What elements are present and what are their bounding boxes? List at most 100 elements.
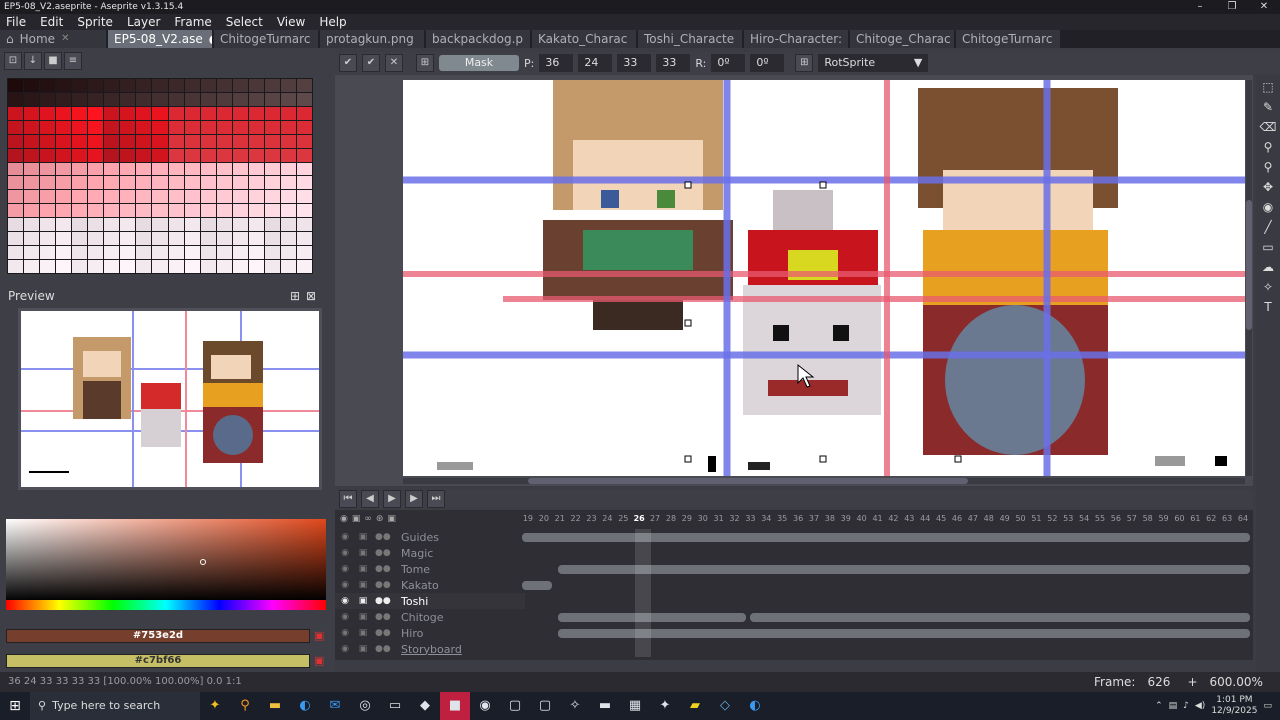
palette-swatch[interactable] — [232, 232, 248, 246]
eye-icon[interactable]: ◉ — [339, 532, 351, 542]
cel-span-tome[interactable] — [558, 565, 1250, 574]
link-cels-icon[interactable]: ▣ — [387, 514, 396, 524]
palette-swatch[interactable] — [296, 162, 312, 176]
palette-swatch[interactable] — [168, 92, 184, 106]
palette-swatch[interactable] — [104, 232, 120, 246]
palette-swatch[interactable] — [296, 134, 312, 148]
cel-span-guides[interactable] — [522, 533, 1250, 542]
palette-swatch[interactable] — [72, 232, 88, 246]
palette-swatch[interactable] — [136, 218, 152, 232]
frame-number[interactable]: 24 — [599, 514, 615, 526]
frame-number[interactable]: 54 — [1076, 514, 1092, 526]
palette-swatch[interactable] — [200, 246, 216, 260]
skew-angle-field[interactable]: 0º — [750, 54, 785, 72]
lock-icon[interactable]: ▣ — [357, 628, 369, 638]
palette-swatch[interactable] — [264, 232, 280, 246]
horizontal-scrollbar[interactable] — [403, 478, 1245, 484]
palette-swatch[interactable] — [88, 176, 104, 190]
preview-canvas[interactable] — [18, 308, 322, 490]
layer-row-magic[interactable]: ◉ ▣ ●● Magic — [335, 545, 525, 561]
palette-swatch[interactable] — [184, 260, 200, 273]
palette-swatch[interactable] — [104, 120, 120, 134]
palette-swatch[interactable] — [88, 218, 104, 232]
palette-swatch[interactable] — [8, 260, 24, 273]
palette-swatch[interactable] — [152, 190, 168, 204]
palette-swatch[interactable] — [264, 148, 280, 162]
palette-swatch[interactable] — [136, 260, 152, 273]
frame-number[interactable]: 45 — [933, 514, 949, 526]
palette-swatch[interactable] — [8, 246, 24, 260]
palette-swatch[interactable] — [264, 120, 280, 134]
frame-number[interactable]: 48 — [981, 514, 997, 526]
palette-swatch[interactable] — [24, 260, 40, 273]
continuous-icon[interactable]: ●● — [375, 580, 391, 590]
search-app-icon[interactable]: ⚲ — [230, 692, 260, 720]
palette-swatch[interactable] — [136, 120, 152, 134]
palette-swatch[interactable] — [152, 92, 168, 106]
frame-number[interactable]: 47 — [965, 514, 981, 526]
palette-swatch[interactable] — [248, 106, 264, 120]
continuous-icon[interactable]: ●● — [375, 548, 391, 558]
palette-swatch[interactable] — [248, 162, 264, 176]
palette-swatch[interactable] — [72, 176, 88, 190]
zoom-plus-icon[interactable]: + — [1187, 675, 1197, 689]
palette-swatch[interactable] — [152, 106, 168, 120]
frame-number[interactable]: 46 — [949, 514, 965, 526]
palette-swatch[interactable] — [24, 176, 40, 190]
palette-swatch[interactable] — [72, 190, 88, 204]
frame-number[interactable]: 33 — [742, 514, 758, 526]
palette-swatch[interactable] — [216, 232, 232, 246]
continuous-icon[interactable]: ●● — [375, 596, 391, 606]
palette-swatch[interactable] — [40, 106, 56, 120]
lock-header-icon[interactable]: ▣ — [352, 514, 361, 524]
eye-icon[interactable]: ◉ — [339, 596, 351, 606]
palette-swatch[interactable] — [184, 246, 200, 260]
scroll-thumb[interactable] — [528, 478, 968, 484]
layer-row-guides[interactable]: ◉ ▣ ●● Guides — [335, 529, 525, 545]
palette-swatch[interactable] — [248, 260, 264, 273]
palette-swatch[interactable] — [72, 120, 88, 134]
palette-swatch[interactable] — [200, 162, 216, 176]
layer-row-hiro[interactable]: ◉ ▣ ●● Hiro — [335, 625, 525, 641]
palette-swatch[interactable] — [168, 260, 184, 273]
palette-swatch[interactable] — [152, 260, 168, 273]
palette-swatch[interactable] — [152, 148, 168, 162]
background-color-swatch[interactable]: #c7bf66 — [6, 654, 310, 668]
palette-swatch[interactable] — [120, 218, 136, 232]
palette-swatch[interactable] — [232, 92, 248, 106]
menu-select[interactable]: Select — [226, 14, 263, 30]
frame-number[interactable]: 40 — [854, 514, 870, 526]
palette-swatch[interactable] — [248, 204, 264, 218]
color-picker-sv[interactable] — [6, 519, 326, 601]
palette-swatch[interactable] — [24, 162, 40, 176]
frame-number[interactable]: 64 — [1235, 514, 1251, 526]
frame-number[interactable]: 26 — [631, 514, 647, 526]
palette-swatch[interactable] — [120, 92, 136, 106]
play-icon[interactable]: ▶ — [383, 490, 401, 508]
frame-number[interactable]: 35 — [774, 514, 790, 526]
cel-span-hiro[interactable] — [558, 629, 1250, 638]
palette-swatch[interactable] — [216, 148, 232, 162]
palette-swatch[interactable] — [184, 148, 200, 162]
menu-edit[interactable]: Edit — [40, 14, 63, 30]
palette-swatch[interactable] — [248, 218, 264, 232]
marquee-icon[interactable]: ⬚ — [1259, 79, 1277, 96]
cel-span-kakato[interactable] — [522, 581, 552, 590]
palette-swatch[interactable] — [264, 190, 280, 204]
palette-swatch[interactable] — [264, 134, 280, 148]
palette-swatch[interactable] — [184, 204, 200, 218]
eraser-icon[interactable]: ⌫ — [1259, 119, 1277, 136]
close-button[interactable]: ✕ — [1248, 0, 1280, 14]
palette-swatch[interactable] — [280, 190, 296, 204]
text-icon[interactable]: T — [1259, 299, 1277, 316]
palette-swatch[interactable] — [168, 176, 184, 190]
grid-icon[interactable]: ⊞ — [795, 54, 814, 72]
app-icon-8[interactable]: ▰ — [680, 692, 710, 720]
palette-swatch[interactable] — [296, 92, 312, 106]
palette-swatch[interactable] — [136, 204, 152, 218]
palette-swatch[interactable] — [72, 106, 88, 120]
palette-swatch[interactable] — [280, 260, 296, 273]
first-frame-icon[interactable]: ⏮ — [339, 490, 357, 508]
frame-number[interactable]: 63 — [1219, 514, 1235, 526]
palette-swatch[interactable] — [296, 204, 312, 218]
